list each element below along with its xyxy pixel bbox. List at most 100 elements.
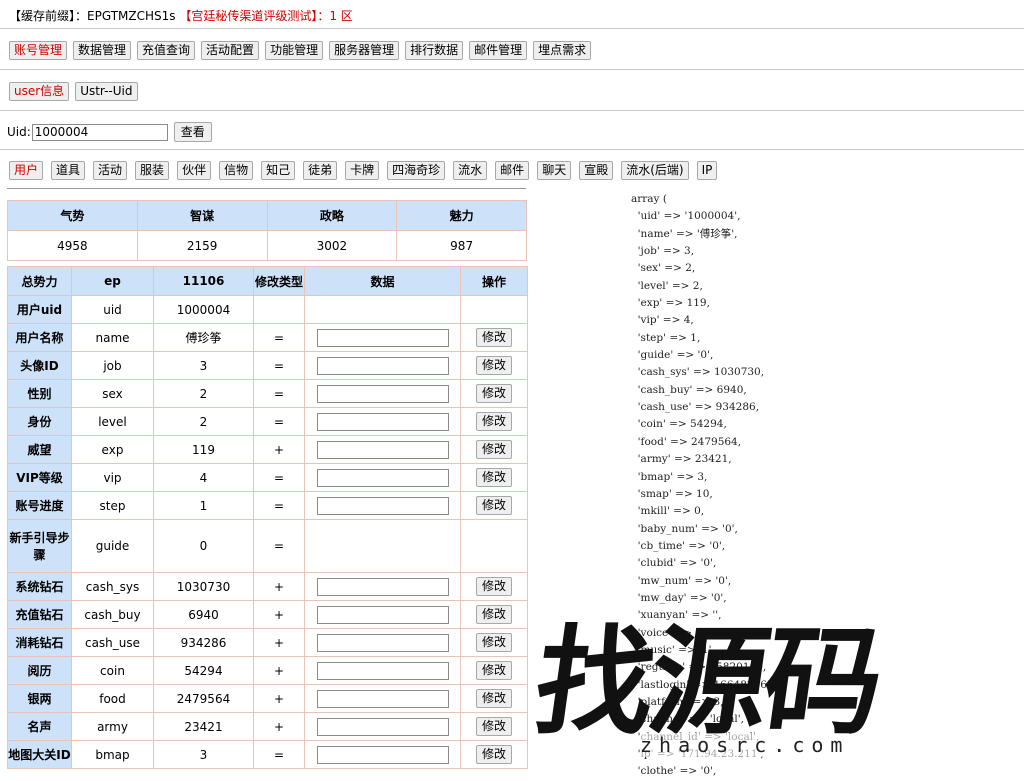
data-input[interactable] [316, 384, 449, 403]
field-label: 用户名称 [7, 323, 72, 352]
tab[interactable]: 卡牌 [345, 161, 380, 180]
tab[interactable]: 邮件 [495, 161, 530, 180]
field-label: 阅历 [7, 656, 72, 685]
data-input[interactable] [316, 328, 449, 347]
dump-line: 'cash_use' => 934286, [631, 401, 760, 414]
field-key: vip [71, 463, 154, 492]
data-input[interactable] [316, 745, 449, 764]
tab[interactable]: 用户 [9, 161, 44, 180]
data-cell [304, 407, 461, 436]
data-cell [304, 600, 461, 629]
divider [0, 28, 1024, 29]
dump-line: 'exp' => 119, [631, 297, 710, 310]
field-label: 银两 [7, 684, 72, 713]
menu-button[interactable]: 排行数据 [405, 41, 464, 60]
field-key: guide [71, 519, 154, 573]
divider [7, 188, 526, 189]
modify-type: = [253, 323, 305, 352]
menu-button[interactable]: 充值查询 [137, 41, 196, 60]
tab[interactable]: 流水(后端) [621, 161, 689, 180]
modify-button[interactable]: 修改 [475, 468, 512, 487]
data-input[interactable] [316, 717, 449, 736]
field-label: 头像ID [7, 351, 72, 380]
modify-button[interactable]: 修改 [475, 356, 512, 375]
action-cell: 修改 [460, 684, 528, 713]
tab[interactable]: 聊天 [537, 161, 572, 180]
modify-button[interactable]: 修改 [475, 496, 512, 515]
action-cell: 修改 [460, 435, 528, 464]
data-input[interactable] [316, 440, 449, 459]
menu-button[interactable]: 邮件管理 [469, 41, 528, 60]
modify-button[interactable]: 修改 [475, 384, 512, 403]
menu-button[interactable]: 埋点需求 [533, 41, 592, 60]
watermark-logo: 找源码 [526, 613, 889, 751]
table-row: 阅历 coin 54294 + 修改 [7, 656, 528, 685]
modify-type: = [253, 491, 305, 520]
action-cell: 修改 [460, 463, 528, 492]
divider [0, 110, 1024, 111]
data-input[interactable] [316, 689, 449, 708]
table-row: 性别 sex 2 = 修改 [7, 379, 528, 408]
data-input[interactable] [316, 661, 449, 680]
table-header-row: 总势力 ep 11106 修改类型 数据 操作 [7, 266, 528, 296]
modify-button[interactable]: 修改 [475, 745, 512, 764]
menu-button[interactable]: 活动配置 [201, 41, 260, 60]
modify-button[interactable]: 修改 [475, 577, 512, 596]
data-input[interactable] [316, 412, 449, 431]
data-cell [304, 435, 461, 464]
field-label: 充值钻石 [7, 600, 72, 629]
tab[interactable]: IP [696, 161, 718, 180]
tab[interactable]: 活动 [93, 161, 128, 180]
tab[interactable]: 宣殿 [579, 161, 614, 180]
column-header: ep [71, 266, 154, 296]
field-value: 3 [153, 351, 254, 380]
data-cell [304, 323, 461, 352]
watermark-url: zhaosrc.com [640, 733, 850, 757]
data-cell [304, 572, 461, 601]
modify-button[interactable]: 修改 [475, 689, 512, 708]
modify-button[interactable]: 修改 [475, 717, 512, 736]
tab[interactable]: 四海奇珍 [387, 161, 446, 180]
menu-button[interactable]: 账号管理 [9, 41, 68, 60]
modify-type: + [253, 656, 305, 685]
data-input[interactable] [316, 605, 449, 624]
table-row: 充值钻石 cash_buy 6940 + 修改 [7, 600, 528, 629]
divider [0, 69, 1024, 70]
field-label: 威望 [7, 435, 72, 464]
action-cell: 修改 [460, 407, 528, 436]
tab[interactable]: 服装 [135, 161, 170, 180]
tab[interactable]: 信物 [219, 161, 254, 180]
modify-button[interactable]: 修改 [475, 412, 512, 431]
data-input[interactable] [316, 577, 449, 596]
data-input[interactable] [316, 356, 449, 375]
data-tabs: 用户 道具 活动 服装 伙伴 信物 知己 徒弟 卡牌 四海奇珍 流水 邮件 聊天 宣殿 流水(后端) IP [9, 161, 718, 180]
modify-button[interactable]: 修改 [475, 661, 512, 680]
dump-line: 'clubid' => '0', [631, 557, 717, 570]
field-value: 23421 [153, 712, 254, 741]
data-input[interactable] [316, 496, 449, 515]
field-label: VIP等级 [7, 463, 72, 492]
stat-value: 4958 [7, 230, 138, 261]
tab[interactable]: 徒弟 [303, 161, 338, 180]
divider [0, 149, 1024, 150]
submenu-button[interactable]: user信息 [9, 82, 70, 101]
data-input[interactable] [316, 633, 449, 652]
modify-button[interactable]: 修改 [475, 440, 512, 459]
tab[interactable]: 道具 [51, 161, 86, 180]
view-button[interactable]: 查看 [173, 122, 212, 142]
stat-header: 智谋 [136, 200, 268, 231]
uid-input[interactable]: 1000004 [31, 123, 168, 141]
modify-button[interactable]: 修改 [475, 633, 512, 652]
modify-button[interactable]: 修改 [475, 328, 512, 347]
modify-type: + [253, 600, 305, 629]
server-name: 【宫廷秘传渠道评级测试】：1 区 [179, 9, 353, 23]
menu-button[interactable]: 功能管理 [265, 41, 324, 60]
menu-button[interactable]: 服务器管理 [329, 41, 400, 60]
tab[interactable]: 知己 [261, 161, 296, 180]
submenu-button[interactable]: Ustr--Uid [75, 82, 138, 101]
modify-button[interactable]: 修改 [475, 605, 512, 624]
tab[interactable]: 流水 [453, 161, 488, 180]
menu-button[interactable]: 数据管理 [73, 41, 132, 60]
tab[interactable]: 伙伴 [177, 161, 212, 180]
data-input[interactable] [316, 468, 449, 487]
